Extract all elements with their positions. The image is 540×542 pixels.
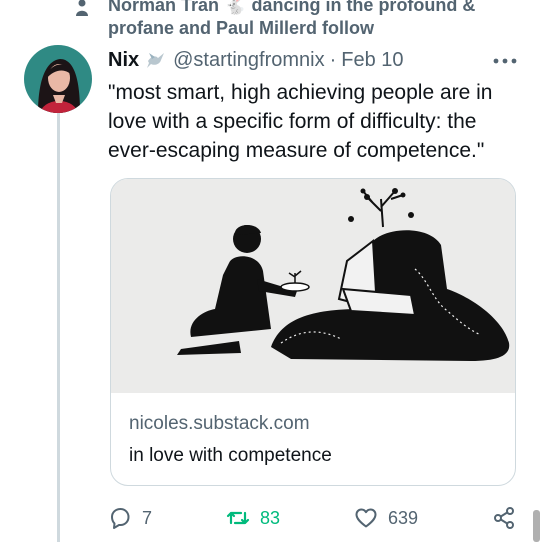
header-separator: · (329, 48, 337, 71)
dove-icon (147, 53, 165, 68)
tweet-text: "most smart, high achieving people are i… (108, 81, 493, 162)
heart-icon (355, 508, 377, 528)
person-icon (76, 0, 88, 16)
thread-line (57, 112, 60, 542)
retweet-count: 83 (260, 507, 281, 528)
tweet-header: Nix @startingfromnix · Feb 10 (108, 47, 404, 73)
like-count: 639 (388, 507, 419, 528)
scrollbar[interactable] (533, 510, 540, 542)
avatar[interactable] (24, 45, 92, 113)
share-icon (494, 507, 514, 529)
social-context-text[interactable]: Norman Tran 🐇 dancing in the profound & … (108, 0, 528, 40)
link-card[interactable]: nicoles.substack.com in love with compet… (110, 178, 516, 486)
card-title[interactable]: in love with competence (129, 445, 332, 467)
retweet-icon (226, 511, 250, 525)
author-handle[interactable]: @startingfromnix (173, 49, 324, 72)
reply-icon (111, 508, 130, 529)
share-button[interactable] (492, 505, 526, 531)
tweet-date[interactable]: Feb 10 (341, 49, 403, 72)
card-image[interactable] (111, 179, 515, 393)
more-icon[interactable] (492, 56, 518, 66)
author-name[interactable]: Nix (108, 49, 139, 72)
reply-button[interactable]: 7 (108, 505, 152, 531)
card-domain[interactable]: nicoles.substack.com (129, 413, 310, 435)
like-button[interactable]: 639 (354, 505, 418, 531)
reply-count: 7 (142, 507, 153, 528)
retweet-button[interactable]: 83 (226, 505, 280, 531)
